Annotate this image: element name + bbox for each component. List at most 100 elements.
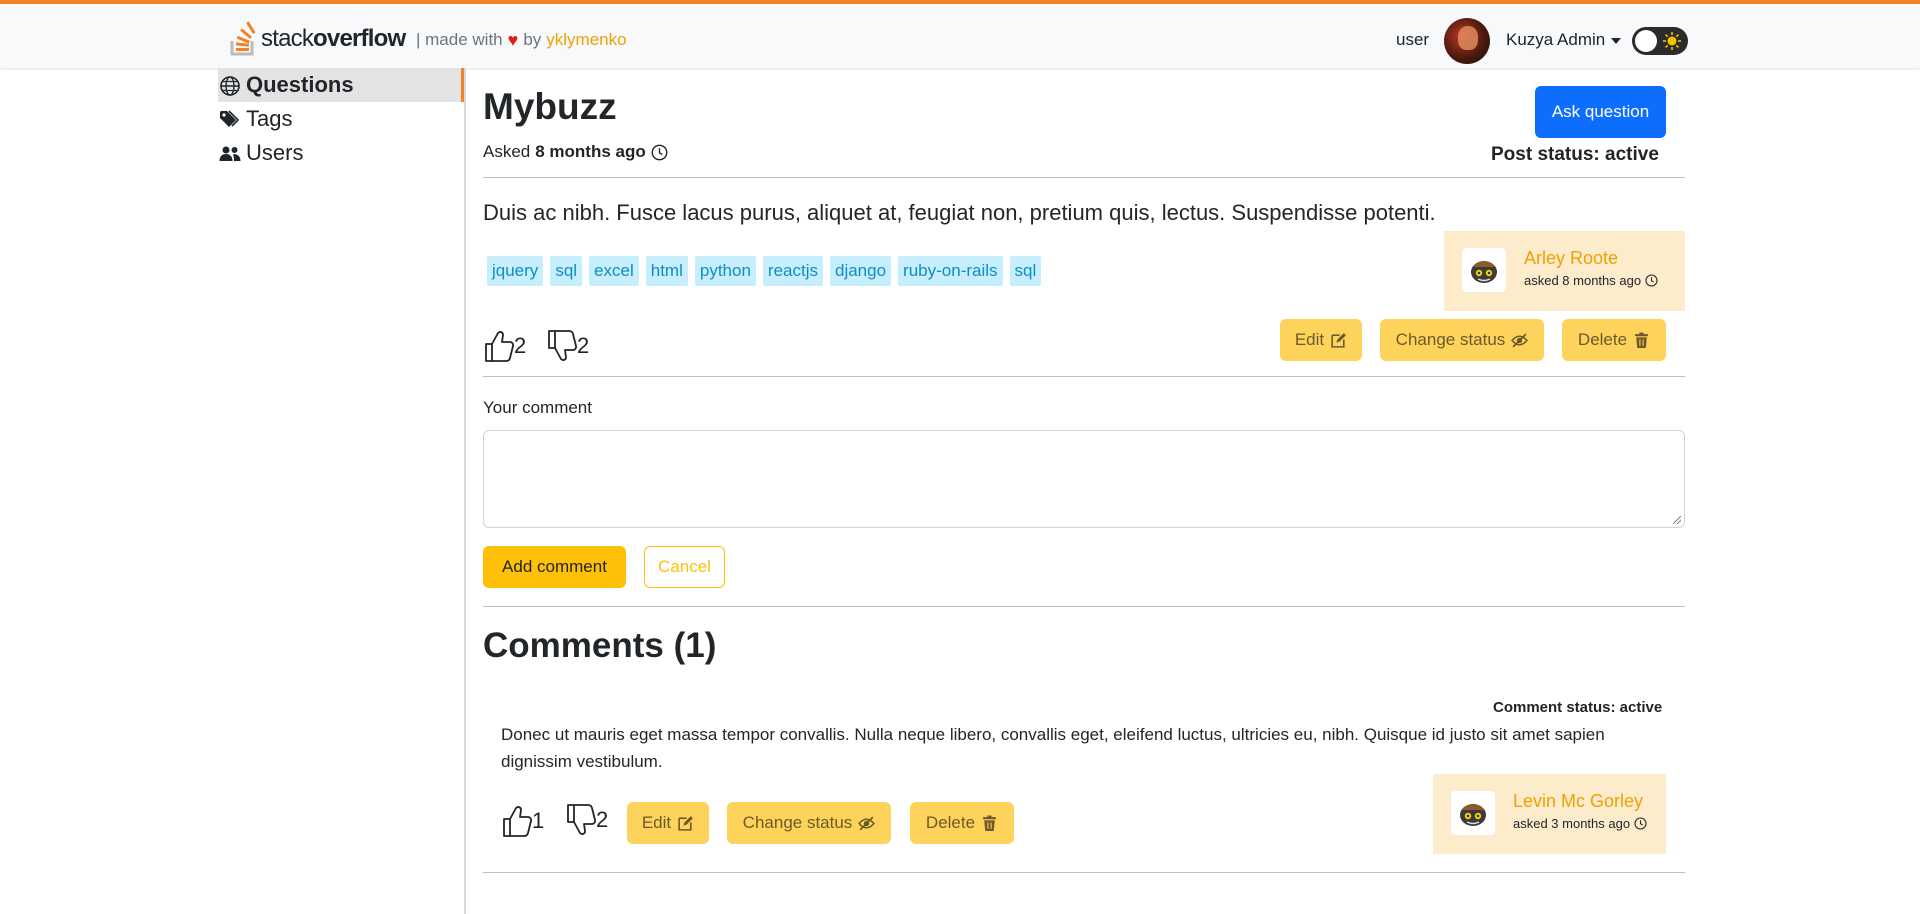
change-status-label: Change status <box>1395 330 1506 349</box>
heart-icon: ♥ <box>507 30 519 50</box>
comment-body: Donec ut mauris eget massa tempor conval… <box>501 725 1605 771</box>
change-status-button[interactable]: Change status <box>1380 319 1544 361</box>
author-link[interactable]: yklymenko <box>546 30 626 50</box>
logo-text-bold: overflow <box>313 25 406 52</box>
divider <box>483 177 1685 178</box>
logo-text-light: stack <box>261 25 314 52</box>
add-comment-button[interactable]: Add comment <box>483 546 626 588</box>
tag[interactable]: reactjs <box>762 256 823 286</box>
comment-change-status-button[interactable]: Change status <box>727 802 891 844</box>
top-navbar: stackoverflow | made with ♥ by yklymenko… <box>0 0 1920 68</box>
change-status-label: Change status <box>742 813 853 832</box>
tag[interactable]: excel <box>589 256 639 286</box>
author-avatar[interactable] <box>1451 791 1495 835</box>
made-with-credit: | made with ♥ by yklymenko <box>416 30 627 50</box>
toggle-knob <box>1635 30 1657 52</box>
tag[interactable]: html <box>645 256 688 286</box>
clock-icon <box>651 144 668 160</box>
logo-text: stackoverflow <box>261 25 406 53</box>
divider <box>483 872 1685 873</box>
thumbs-down-icon <box>548 330 577 361</box>
asked-info: Asked 8 months ago <box>483 142 668 162</box>
sidebar-item-users[interactable]: Users <box>218 136 464 170</box>
eye-slash-icon <box>1511 333 1529 347</box>
asked-time: 8 months ago <box>535 142 646 161</box>
comments-title: Comments (1) <box>483 626 717 665</box>
author-info: Levin Mc Gorley asked 3 months ago <box>1513 791 1647 831</box>
tag[interactable]: ruby-on-rails <box>898 256 1003 286</box>
tag[interactable]: django <box>829 256 892 286</box>
tag[interactable]: jquery <box>487 256 544 286</box>
author-avatar[interactable] <box>1462 248 1506 292</box>
thumbs-up-icon <box>503 806 532 837</box>
tag[interactable]: python <box>694 256 756 286</box>
author-asked: asked 8 months ago <box>1524 273 1658 288</box>
user-avatar[interactable] <box>1444 18 1490 64</box>
tag-list: jquery sql excel html python reactjs dja… <box>487 256 1042 286</box>
author-asked-text: asked 8 months ago <box>1524 273 1642 288</box>
divider <box>483 376 1685 377</box>
sidebar-item-label: Users <box>246 140 304 165</box>
tag[interactable]: sql <box>1009 256 1042 286</box>
edit-label: Edit <box>1294 330 1325 349</box>
edit-question-button[interactable]: Edit <box>1280 319 1362 361</box>
sidebar: Questions Tags Users <box>0 68 466 914</box>
question-body: Duis ac nibh. Fusce lacus purus, aliquet… <box>483 200 1436 225</box>
comment-textarea[interactable] <box>483 430 1685 528</box>
comment-like-button[interactable]: 1 <box>502 804 544 838</box>
author-name[interactable]: Arley Roote <box>1524 248 1658 269</box>
trash-icon <box>983 815 996 831</box>
clock-icon <box>1634 817 1647 830</box>
thumbs-up-icon <box>485 331 514 362</box>
clock-icon <box>1645 274 1658 287</box>
pencil-square-icon <box>1331 332 1347 348</box>
asked-prefix: Asked <box>483 142 531 161</box>
dislike-count: 2 <box>577 333 590 358</box>
question-author-card: Arley Roote asked 8 months ago <box>1444 231 1685 311</box>
ask-question-button[interactable]: Ask question <box>1535 86 1666 138</box>
author-avatar-image <box>1460 804 1486 826</box>
tag[interactable]: sql <box>550 256 583 286</box>
trash-icon <box>1635 332 1648 348</box>
eye-slash-icon <box>858 816 876 830</box>
comment-dislike-button[interactable]: 2 <box>566 803 608 837</box>
delete-label: Delete <box>925 813 976 832</box>
author-asked: asked 3 months ago <box>1513 816 1647 831</box>
account-dropdown[interactable]: Kuzya Admin <box>1506 30 1622 50</box>
author-avatar-image <box>1471 261 1497 283</box>
delete-question-button[interactable]: Delete <box>1562 319 1666 361</box>
question-title: Mybuzz <box>483 86 617 127</box>
caret-down-icon <box>1611 38 1622 44</box>
author-asked-text: asked 3 months ago <box>1513 816 1631 831</box>
edit-label: Edit <box>641 813 672 832</box>
like-count: 1 <box>532 808 545 833</box>
delete-label: Delete <box>1577 330 1628 349</box>
edit-comment-button[interactable]: Edit <box>627 802 709 844</box>
stack-logo-icon <box>230 21 256 56</box>
dislike-count: 2 <box>596 807 609 832</box>
like-button[interactable]: 2 <box>484 329 526 363</box>
sidebar-item-tags[interactable]: Tags <box>218 102 464 136</box>
by-text: by <box>523 30 542 49</box>
account-name: Kuzya Admin <box>1506 30 1606 49</box>
thumbs-down-icon <box>567 804 596 835</box>
users-icon <box>218 141 242 165</box>
sidebar-item-label: Questions <box>246 72 354 97</box>
made-with-text: | made with <box>416 30 503 49</box>
delete-comment-button[interactable]: Delete <box>910 802 1014 844</box>
sidebar-item-questions[interactable]: Questions <box>218 68 464 102</box>
author-info: Arley Roote asked 8 months ago <box>1524 248 1658 288</box>
dislike-button[interactable]: 2 <box>547 329 589 363</box>
author-name[interactable]: Levin Mc Gorley <box>1513 791 1647 812</box>
sidebar-item-label: Tags <box>246 106 293 131</box>
tags-icon <box>218 107 242 131</box>
stackoverflow-logo[interactable]: stackoverflow <box>229 20 406 58</box>
user-role-label: user <box>1396 30 1430 49</box>
theme-toggle[interactable] <box>1632 27 1688 55</box>
comment-status: Comment status: active <box>1493 699 1663 716</box>
comment-label: Your comment <box>483 398 592 417</box>
post-status: Post status: active <box>1491 144 1659 165</box>
cancel-button[interactable]: Cancel <box>644 546 725 588</box>
globe-icon <box>218 73 242 97</box>
pencil-square-icon <box>678 815 694 831</box>
